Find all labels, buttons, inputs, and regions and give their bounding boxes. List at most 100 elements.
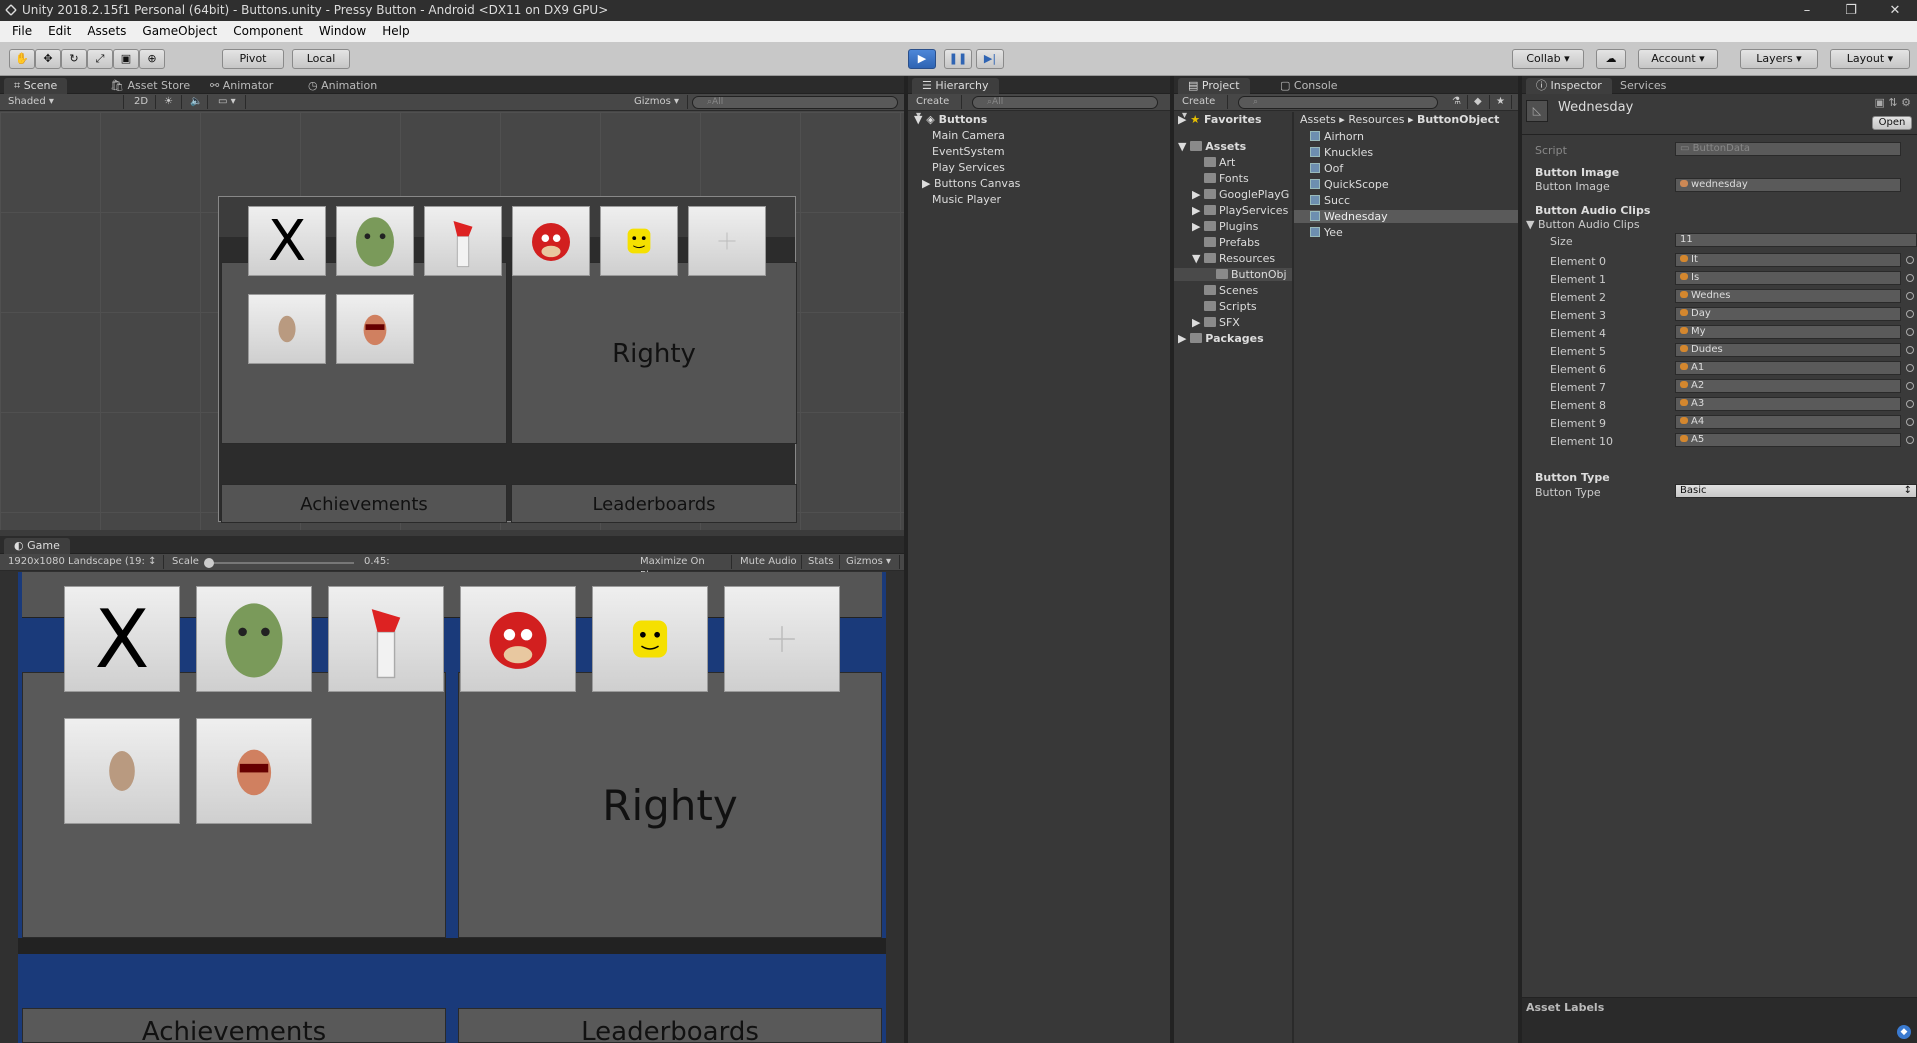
tab-asset-store[interactable]: 🛍 Asset Store — [100, 78, 200, 94]
asset-yee[interactable]: Yee — [1310, 226, 1343, 239]
audio-clip-field[interactable]: A3 — [1675, 397, 1901, 411]
hierarchy-item-eventsystem[interactable]: EventSystem — [932, 145, 1005, 158]
maximize-button[interactable]: ❐ — [1829, 0, 1873, 21]
filter-type-icon[interactable]: ⚗ — [1448, 95, 1468, 109]
object-picker-icon[interactable] — [1906, 256, 1914, 264]
folder-fonts[interactable]: Fonts — [1204, 172, 1249, 185]
lighting-icon[interactable]: ☀ — [160, 95, 182, 109]
mute-audio-toggle[interactable]: Mute Audio — [736, 555, 802, 569]
hand-tool-icon[interactable]: ✋ — [9, 49, 35, 69]
transform-tool-icon[interactable]: ⊕ — [139, 49, 165, 69]
tab-hierarchy[interactable]: ☰ Hierarchy — [912, 78, 999, 94]
breadcrumb-assets[interactable]: Assets — [1300, 113, 1336, 126]
folder-playservices[interactable]: ▶ PlayServices — [1192, 204, 1288, 217]
asset-airhorn[interactable]: Airhorn — [1310, 130, 1364, 143]
game-oof-tile[interactable] — [592, 586, 708, 692]
menu-help[interactable]: Help — [374, 21, 417, 42]
label-tag-icon[interactable]: ◆ — [1897, 1025, 1911, 1039]
object-picker-icon[interactable] — [1906, 364, 1914, 372]
audio-clip-field[interactable]: A5 — [1675, 433, 1901, 447]
menu-assets[interactable]: Assets — [79, 21, 134, 42]
minimize-button[interactable]: – — [1785, 0, 1829, 21]
object-picker-icon[interactable] — [1906, 382, 1914, 390]
audio-clip-field[interactable]: A2 — [1675, 379, 1901, 393]
close-button[interactable]: ✕ — [1873, 0, 1917, 21]
rect-tool-icon[interactable]: ▣ — [113, 49, 139, 69]
hierarchy-item-music-player[interactable]: Music Player — [932, 193, 1001, 206]
2d-toggle[interactable]: 2D — [130, 95, 156, 109]
move-tool-icon[interactable]: ✥ — [35, 49, 61, 69]
object-picker-icon[interactable] — [1906, 436, 1914, 444]
game-airhorn-tile[interactable] — [328, 586, 444, 692]
open-button[interactable]: Open — [1872, 116, 1912, 130]
audio-icon[interactable]: 🔈 — [186, 95, 208, 109]
menu-edit[interactable]: Edit — [40, 21, 79, 42]
audio-clip-field[interactable]: Dudes — [1675, 343, 1901, 357]
scale-tool-icon[interactable]: ⤢ — [87, 49, 113, 69]
tab-animation[interactable]: ◷ Animation — [298, 78, 387, 94]
hierarchy-item-play-services[interactable]: Play Services — [932, 161, 1005, 174]
menu-file[interactable]: File — [4, 21, 40, 42]
project-packages-folder[interactable]: ▶ Packages — [1178, 332, 1264, 345]
tab-game[interactable]: ◐ Game — [4, 538, 70, 554]
project-assets-folder[interactable]: ▼ Assets — [1178, 140, 1246, 153]
rotate-tool-icon[interactable]: ↻ — [61, 49, 87, 69]
favorite-star-icon[interactable]: ★ — [1492, 95, 1512, 109]
tab-animator[interactable]: ⚯ Animator — [200, 78, 283, 94]
tab-services[interactable]: Services — [1610, 78, 1676, 94]
layers-dropdown[interactable]: Layers ▾ — [1740, 49, 1818, 69]
object-picker-icon[interactable] — [1906, 328, 1914, 336]
stats-toggle[interactable]: Stats — [804, 555, 840, 569]
hierarchy-search-input[interactable]: ⌕All — [972, 96, 1158, 109]
audio-clip-field[interactable]: My — [1675, 325, 1901, 339]
cloud-icon[interactable]: ☁ — [1596, 49, 1626, 69]
hierarchy-item-buttons-canvas[interactable]: ▶ Buttons Canvas — [922, 177, 1020, 190]
object-picker-icon[interactable] — [1906, 400, 1914, 408]
inspector-header-icons[interactable]: ▣ ⇅ ⚙ — [1875, 96, 1911, 109]
game-face-tile[interactable] — [196, 718, 312, 824]
tab-project[interactable]: ▤ Project — [1178, 78, 1250, 94]
game-righty-button[interactable]: Righty — [458, 672, 882, 938]
game-gizmos-dropdown[interactable]: Gizmos ▾ — [842, 555, 900, 569]
game-lizard-tile[interactable] — [196, 586, 312, 692]
project-favorites[interactable]: ▶ ★ Favorites — [1178, 113, 1262, 126]
object-picker-icon[interactable] — [1906, 274, 1914, 282]
folder-buttonobj[interactable]: ButtonObj — [1174, 268, 1292, 281]
breadcrumb-buttonobject[interactable]: ButtonObject — [1417, 113, 1499, 126]
tab-scene[interactable]: ⌗ Scene — [4, 78, 68, 94]
hierarchy-scene-buttons[interactable]: ▼ ◈ Buttons — [914, 113, 987, 126]
game-crosshair-tile[interactable] — [724, 586, 840, 692]
audio-clip-field[interactable]: A4 — [1675, 415, 1901, 429]
object-picker-icon[interactable] — [1906, 346, 1914, 354]
step-button[interactable]: ▶| — [976, 49, 1004, 69]
game-achievements-button[interactable]: Achievements — [22, 1008, 446, 1043]
breadcrumb-resources[interactable]: Resources — [1348, 113, 1404, 126]
audio-clip-field[interactable]: Day — [1675, 307, 1901, 321]
button-image-field[interactable]: wednesday — [1675, 178, 1901, 192]
filter-label-icon[interactable]: ◆ — [1470, 95, 1490, 109]
asset-knuckles[interactable]: Knuckles — [1310, 146, 1373, 159]
pivot-toggle[interactable]: Pivot — [222, 49, 284, 69]
maximize-on-play-toggle[interactable]: Maximize On Play — [636, 555, 732, 581]
folder-art[interactable]: Art — [1204, 156, 1235, 169]
menu-window[interactable]: Window — [311, 21, 374, 42]
object-picker-icon[interactable] — [1906, 292, 1914, 300]
menu-component[interactable]: Component — [225, 21, 311, 42]
audio-clips-foldout[interactable]: ▼ Button Audio Clips — [1526, 218, 1640, 231]
account-dropdown[interactable]: Account ▾ — [1638, 49, 1718, 69]
scale-slider[interactable] — [203, 558, 354, 568]
pause-button[interactable]: ❚❚ — [944, 49, 972, 69]
audio-clip-field[interactable]: Wednes — [1675, 289, 1901, 303]
scale-slider-thumb[interactable] — [203, 558, 214, 568]
audio-clip-field[interactable]: It — [1675, 253, 1901, 267]
object-picker-icon[interactable] — [1906, 418, 1914, 426]
folder-scenes[interactable]: Scenes — [1204, 284, 1258, 297]
tab-console[interactable]: ▢ Console — [1270, 78, 1348, 94]
layout-dropdown[interactable]: Layout ▾ — [1830, 49, 1910, 69]
hierarchy-item-main-camera[interactable]: Main Camera — [932, 129, 1005, 142]
asset-succ[interactable]: Succ — [1310, 194, 1350, 207]
object-picker-icon[interactable] — [1906, 310, 1914, 318]
gizmos-dropdown[interactable]: Gizmos ▾ — [630, 95, 688, 109]
asset-oof[interactable]: Oof — [1310, 162, 1343, 175]
audio-clip-field[interactable]: Is — [1675, 271, 1901, 285]
